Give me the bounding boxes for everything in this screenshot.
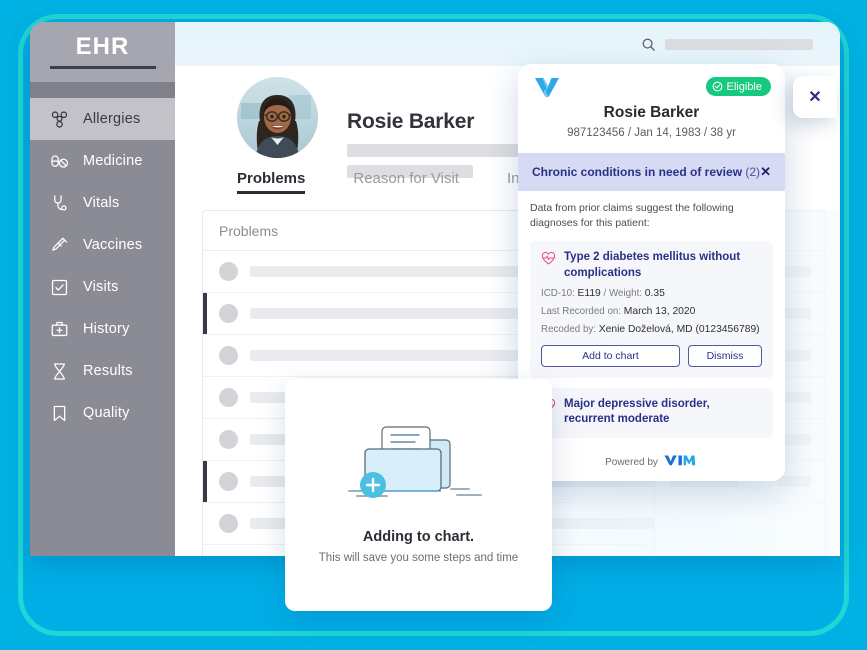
- last-recorded-value: March 13, 2020: [623, 305, 696, 317]
- vim-patient-meta: 987123456 / Jan 14, 1983 / 38 yr: [567, 127, 736, 139]
- diagnosis-header: Major depressive disorder, recurrent mod…: [541, 397, 762, 427]
- row-avatar: [219, 472, 238, 491]
- icd-label: ICD-10:: [541, 287, 575, 299]
- row-avatar: [219, 262, 238, 281]
- dna-icon: [50, 362, 69, 381]
- weight-value: 0.35: [644, 287, 665, 299]
- search-box[interactable]: [641, 37, 813, 52]
- adding-to-chart-modal: Adding to chart. This will save you some…: [285, 379, 552, 611]
- row-avatar: [219, 430, 238, 449]
- tab-problems[interactable]: Problems: [237, 170, 306, 194]
- diagnosis-header: Type 2 diabetes mellitus without complic…: [541, 250, 762, 280]
- last-recorded-label: Last Recorded on:: [541, 305, 622, 317]
- sidebar-item-label: Quality: [83, 405, 130, 421]
- status-badge[interactable]: Eligible: [705, 77, 771, 96]
- row-placeholder: [777, 476, 811, 487]
- recoded-value: Xenie Doželová, MD (0123456789): [598, 323, 760, 335]
- sidebar-item-vaccines[interactable]: Vaccines: [30, 224, 175, 266]
- add-to-chart-button[interactable]: Add to chart: [541, 344, 680, 367]
- search-input[interactable]: [665, 38, 813, 50]
- heart-pulse-icon: [541, 251, 556, 265]
- sidebar-spacer: [30, 82, 175, 98]
- avatar: [237, 77, 318, 158]
- section-title-text: Chronic conditions in need of review: [532, 165, 743, 179]
- sidebar-item-label: Vaccines: [83, 237, 143, 253]
- icd-value: E119: [577, 287, 601, 299]
- chronic-conditions-body: Data from prior claims suggest the follo…: [518, 191, 785, 445]
- sidebar-item-quality[interactable]: Quality: [30, 392, 175, 434]
- row-avatar: [219, 346, 238, 365]
- vim-heart-logo: [534, 76, 560, 104]
- powered-by-label: Powered by: [605, 456, 658, 468]
- syringe-icon: [50, 236, 69, 255]
- stethoscope-icon: [50, 194, 69, 213]
- vim-footer: Powered by: [518, 444, 785, 482]
- section-count: (2): [745, 165, 761, 179]
- tab-reason-for-visit[interactable]: Reason for Visit: [353, 170, 459, 194]
- page-title: Rosie Barker: [347, 110, 475, 133]
- checkbox-icon: [50, 278, 69, 297]
- sidebar-item-label: History: [83, 321, 130, 337]
- adding-modal-subtitle: This will save you some steps and time: [318, 552, 519, 564]
- sidebar-item-medicine[interactable]: Medicine: [30, 140, 175, 182]
- diagnosis-recoded-line: Recoded by: Xenie Doželová, MD (01234567…: [541, 324, 762, 335]
- brand-underline: [49, 66, 156, 69]
- sidebar: EHR Allergies Medicine Vitals Vaccines V…: [30, 22, 175, 556]
- vim-wordmark-logo: [664, 453, 698, 471]
- diagnosis-actions: Add to chart Dismiss: [541, 344, 762, 367]
- medical-bag-icon: [50, 320, 69, 339]
- sidebar-item-results[interactable]: Results: [30, 350, 175, 392]
- sidebar-item-vitals[interactable]: Vitals: [30, 182, 175, 224]
- close-icon[interactable]: ✕: [760, 164, 771, 180]
- chronic-conditions-title: Chronic conditions in need of review (2): [532, 165, 760, 179]
- row-avatar: [219, 388, 238, 407]
- sidebar-item-label: Visits: [83, 279, 119, 295]
- row-avatar: [219, 514, 238, 533]
- sidebar-item-visits[interactable]: Visits: [30, 266, 175, 308]
- diagnosis-last-recorded-line: Last Recorded on: March 13, 2020: [541, 306, 762, 317]
- sidebar-item-history[interactable]: History: [30, 308, 175, 350]
- close-panel-button[interactable]: ✕: [793, 76, 837, 118]
- pills-icon: [50, 152, 69, 171]
- sidebar-item-label: Vitals: [83, 195, 120, 211]
- weight-label: / Weight:: [603, 287, 643, 299]
- recoded-label: Recoded by:: [541, 323, 597, 335]
- adding-modal-title: Adding to chart.: [362, 529, 475, 545]
- vim-popup-card: Eligible Rosie Barker 987123456 / Jan 14…: [518, 64, 785, 482]
- folder-plus-illustration: [339, 415, 499, 513]
- row-avatar: [219, 304, 238, 323]
- dismiss-button[interactable]: Dismiss: [687, 344, 762, 367]
- vim-patient-name: Rosie Barker: [603, 104, 700, 121]
- chronic-conditions-header: Chronic conditions in need of review (2)…: [518, 153, 785, 191]
- diagnosis-title: Major depressive disorder, recurrent mod…: [564, 397, 710, 425]
- diagnosis-title: Type 2 diabetes mellitus without complic…: [564, 251, 741, 279]
- sidebar-item-label: Medicine: [83, 153, 143, 169]
- sidebar-item-allergies[interactable]: Allergies: [30, 98, 175, 140]
- search-icon[interactable]: [641, 37, 656, 52]
- topbar: [175, 22, 840, 66]
- diagnosis-icd-line: ICD-10: E119 / Weight: 0.35: [541, 288, 762, 299]
- brand-label: EHR: [75, 33, 130, 60]
- biohazard-icon: [50, 110, 69, 129]
- status-badge-label: Eligible: [726, 80, 762, 93]
- diagnosis-card: Type 2 diabetes mellitus without complic…: [530, 241, 773, 378]
- bookmark-icon: [50, 404, 69, 423]
- chronic-conditions-intro: Data from prior claims suggest the follo…: [530, 202, 734, 230]
- check-circle-icon: [712, 81, 722, 92]
- diagnosis-card: Major depressive disorder, recurrent mod…: [530, 387, 773, 439]
- sidebar-brand: EHR: [30, 22, 175, 82]
- sidebar-item-label: Results: [83, 363, 133, 379]
- close-icon: ✕: [808, 89, 822, 106]
- vim-card-header: Eligible Rosie Barker 987123456 / Jan 14…: [518, 64, 785, 153]
- sidebar-item-label: Allergies: [83, 111, 141, 127]
